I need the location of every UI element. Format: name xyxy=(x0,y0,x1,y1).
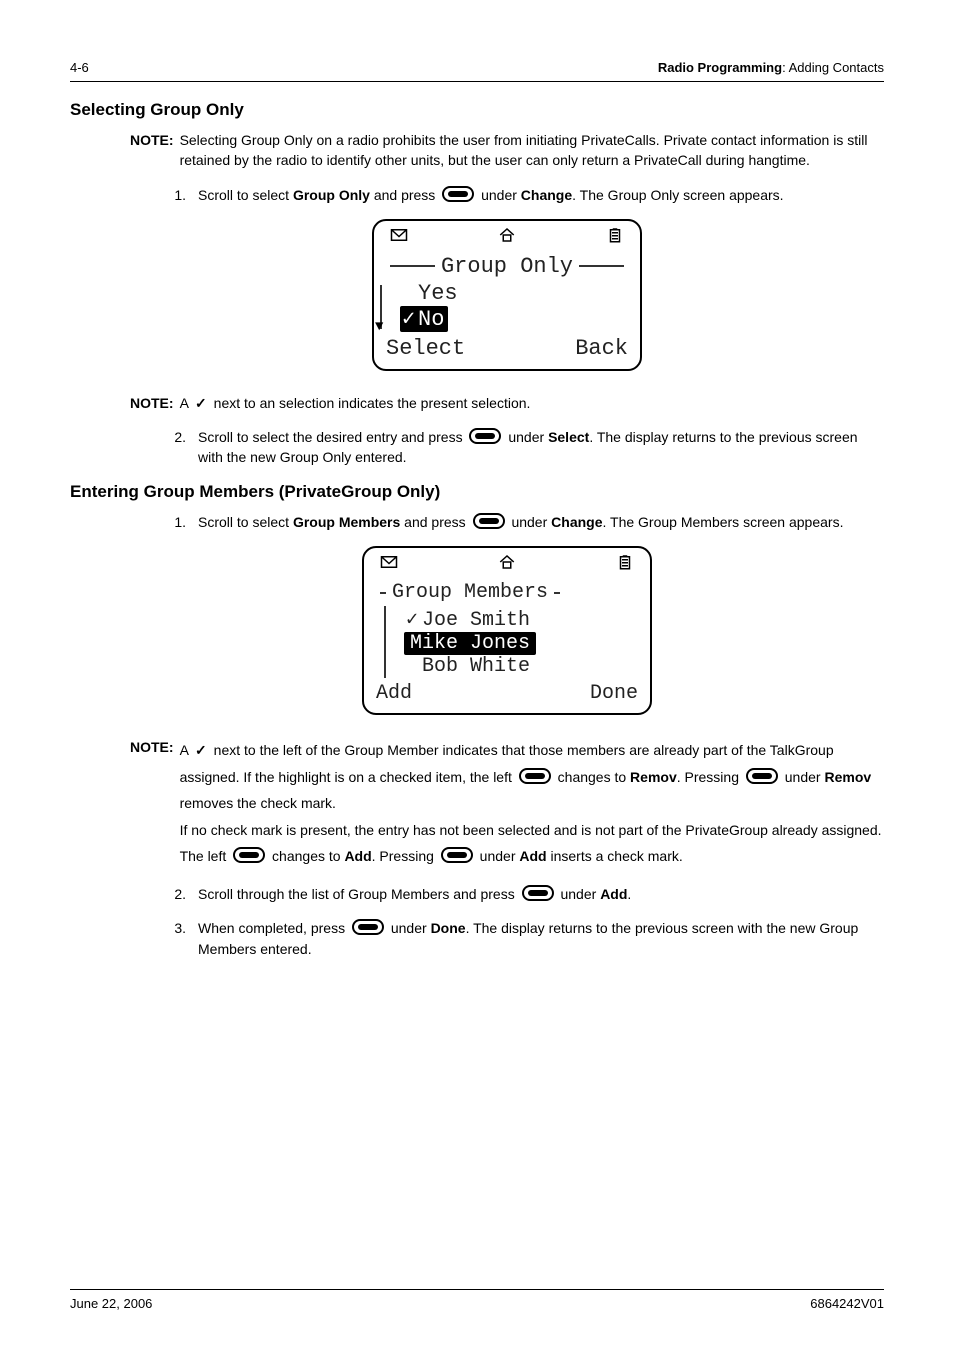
step-body: Scroll to select Group Only and press un… xyxy=(198,185,884,205)
lcd-softkey-right: Back xyxy=(575,336,628,361)
lcd-option-yes: Yes xyxy=(400,281,630,306)
softkey-icon xyxy=(473,513,505,529)
lcd-member-joe: Joe Smith xyxy=(404,606,640,632)
softkey-icon xyxy=(441,847,473,863)
lcd-option-no-selected: No xyxy=(400,306,448,332)
softkey-icon xyxy=(519,768,551,784)
step-body: Scroll through the list of Group Members… xyxy=(198,884,884,904)
battery-icon xyxy=(616,554,634,575)
step-number: 2. xyxy=(160,427,186,468)
note-body: A ✓ next to the left of the Group Member… xyxy=(180,737,884,870)
note-body: Selecting Group Only on a radio prohibit… xyxy=(180,130,884,171)
msg-icon xyxy=(380,554,398,575)
step-body: Scroll to select Group Members and press… xyxy=(198,512,884,532)
lcd-title: Group Only xyxy=(441,254,573,279)
lcd-softkey-right: Done xyxy=(590,682,638,705)
msg-icon xyxy=(390,227,408,248)
header-rule xyxy=(70,81,884,82)
footer-rule xyxy=(70,1289,884,1290)
softkey-icon xyxy=(746,768,778,784)
note-label: NOTE: xyxy=(130,130,174,171)
check-icon: ✓ xyxy=(195,737,207,764)
step-number: 3. xyxy=(160,918,186,959)
softkey-icon xyxy=(522,885,554,901)
note-label: NOTE: xyxy=(130,393,174,413)
softkey-icon xyxy=(233,847,265,863)
lcd-group-members: Group Members Joe Smith Mike Jones Bob W… xyxy=(362,546,652,715)
softkey-icon xyxy=(469,428,501,444)
battery-icon xyxy=(606,227,624,248)
page-number: 4-6 xyxy=(70,60,89,75)
step-body: Scroll to select the desired entry and p… xyxy=(198,427,884,468)
note-body: A ✓ next to an selection indicates the p… xyxy=(180,393,884,413)
check-icon: ✓ xyxy=(195,393,207,413)
softkey-icon xyxy=(352,919,384,935)
step-number: 2. xyxy=(160,884,186,904)
step-number: 1. xyxy=(160,512,186,532)
lcd-softkey-left: Add xyxy=(376,682,412,705)
lcd-group-only: ▼ Group Only Yes No Select Back xyxy=(372,219,642,371)
note-label: NOTE: xyxy=(130,737,174,870)
header-section: Radio Programming: Adding Contacts xyxy=(658,60,884,75)
home-icon xyxy=(498,554,516,575)
home-icon xyxy=(498,227,516,248)
lcd-member-mike-selected: Mike Jones xyxy=(404,632,536,655)
lcd-title: Group Members xyxy=(392,581,548,604)
lcd-softkey-left: Select xyxy=(386,336,465,361)
footer-doc-number: 6864242V01 xyxy=(810,1296,884,1311)
heading-selecting-group-only: Selecting Group Only xyxy=(70,100,884,120)
footer-date: June 22, 2006 xyxy=(70,1296,152,1311)
heading-entering-group-members: Entering Group Members (PrivateGroup Onl… xyxy=(70,482,884,502)
softkey-icon xyxy=(442,186,474,202)
step-number: 1. xyxy=(160,185,186,205)
step-body: When completed, press under Done. The di… xyxy=(198,918,884,959)
lcd-member-bob: Bob White xyxy=(404,655,640,678)
